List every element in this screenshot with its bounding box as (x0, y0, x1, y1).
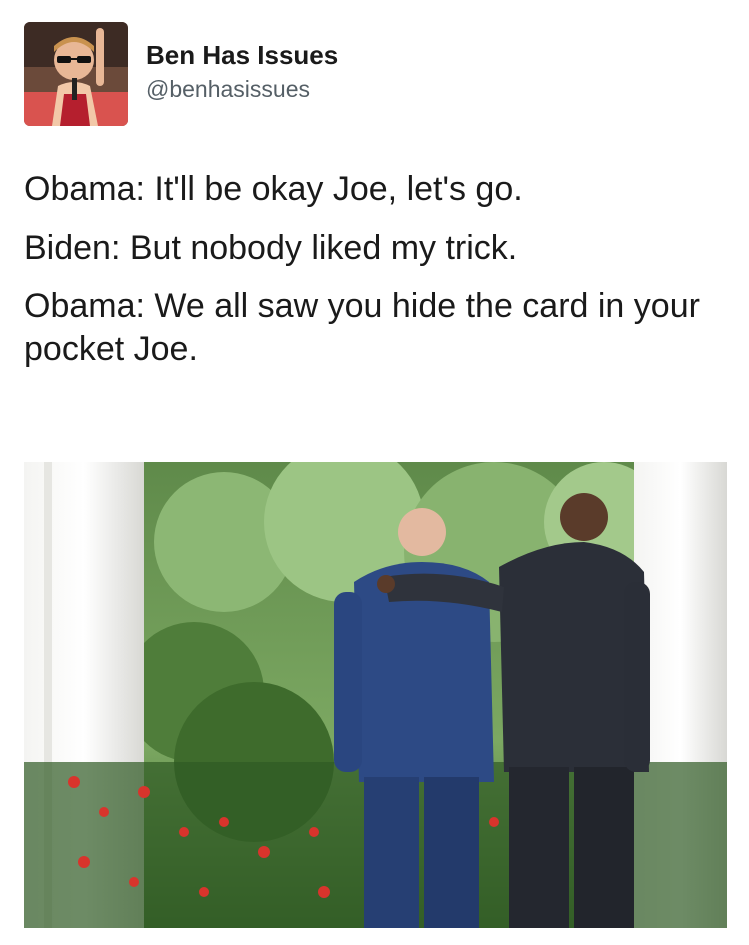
tweet-line: Biden: But nobody liked my trick. (24, 228, 518, 267)
child-avatar-icon (24, 22, 128, 126)
user-handle[interactable]: @benhasissues (146, 76, 310, 103)
tweet-line: Obama: We all saw you hide the card in y… (24, 287, 700, 368)
walking-men-photo (24, 462, 727, 928)
avatar[interactable] (24, 22, 128, 126)
tweet-text: Obama: It'll be okay Joe, let's go. Bide… (24, 168, 734, 386)
tweet-photo[interactable] (24, 462, 727, 928)
tweet-line: Obama: It'll be okay Joe, let's go. (24, 170, 523, 208)
display-name[interactable]: Ben Has Issues (146, 40, 338, 71)
